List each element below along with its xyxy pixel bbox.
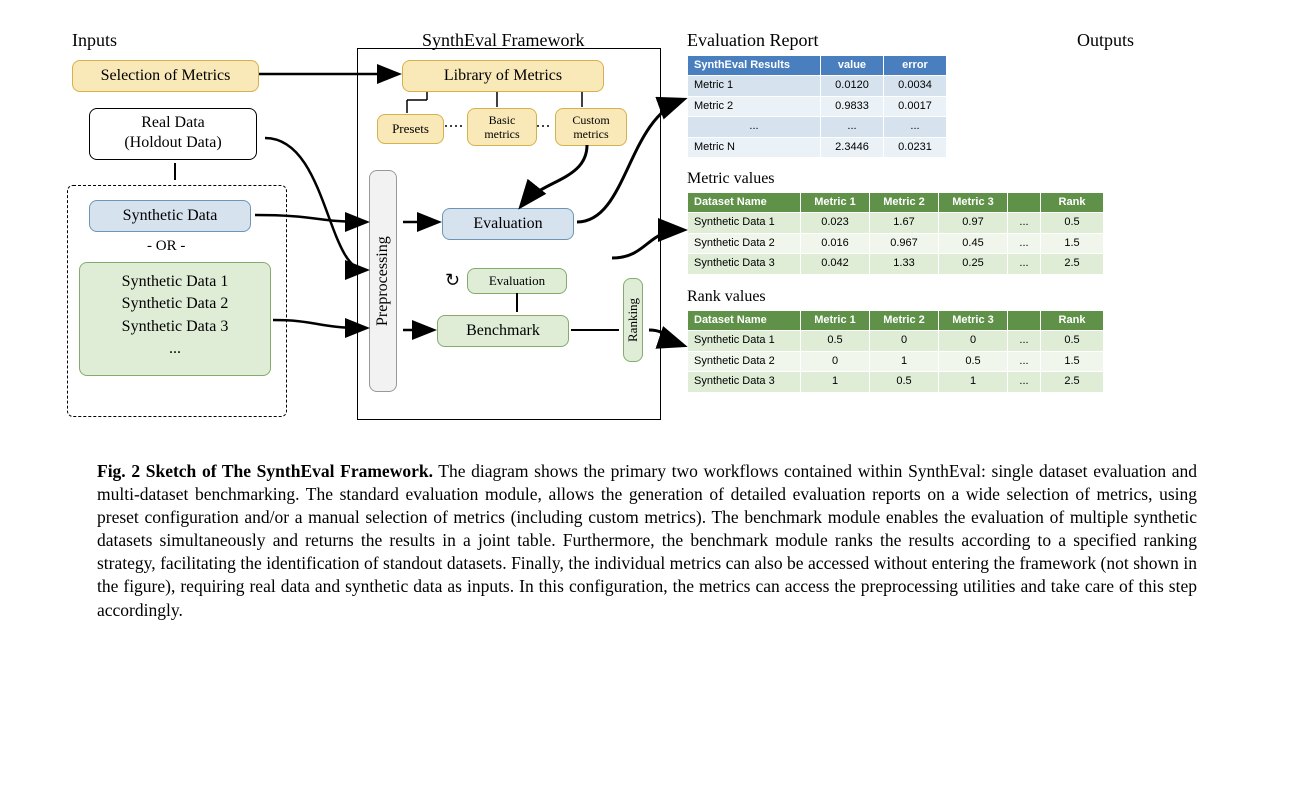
table-metric-values: Dataset Name Metric 1 Metric 2 Metric 3 …: [687, 192, 1104, 275]
box-synthetic-multi: Synthetic Data 1 Synthetic Data 2 Synthe…: [79, 262, 271, 376]
caption-body: The diagram shows the primary two workfl…: [97, 461, 1197, 620]
figure-caption: Fig. 2 Sketch of The SynthEval Framework…: [97, 460, 1197, 622]
box-benchmark: Benchmark: [437, 315, 569, 347]
report-h0: SynthEval Results: [688, 56, 821, 76]
refresh-icon: ↻: [445, 270, 460, 291]
box-evaluation: Evaluation: [442, 208, 574, 240]
synth-multi-line-3: Synthetic Data 3: [90, 316, 260, 338]
table-rank-values: Dataset Name Metric 1 Metric 2 Metric 3 …: [687, 310, 1104, 393]
label-or: - OR -: [147, 238, 185, 255]
diagram-stage: Inputs SynthEval Framework Evaluation Re…: [67, 30, 1227, 430]
report-h2: error: [884, 56, 947, 76]
heading-outputs: Outputs: [1077, 30, 1134, 51]
box-selection-metrics: Selection of Metrics: [72, 60, 259, 92]
box-presets: Presets: [377, 114, 444, 144]
synth-multi-dots: ...: [90, 338, 260, 360]
heading-report: Evaluation Report: [687, 30, 818, 51]
box-evaluation-small: Evaluation: [467, 268, 567, 294]
box-custom-metrics: Custom metrics: [555, 108, 627, 146]
box-real-data: Real Data (Holdout Data): [89, 108, 257, 160]
table-evaluation-report: SynthEval Results value error Metric 10.…: [687, 55, 947, 158]
synth-multi-line-2: Synthetic Data 2: [90, 293, 260, 315]
subhead-rank-values: Rank values: [687, 288, 766, 306]
box-basic-metrics: Basic metrics: [467, 108, 537, 146]
caption-title: Fig. 2 Sketch of The SynthEval Framework…: [97, 461, 433, 481]
heading-inputs: Inputs: [72, 30, 117, 51]
report-h1: value: [821, 56, 884, 76]
box-library-metrics: Library of Metrics: [402, 60, 604, 92]
box-ranking: Ranking: [623, 278, 643, 362]
box-synthetic-single: Synthetic Data: [89, 200, 251, 232]
synth-multi-line-1: Synthetic Data 1: [90, 271, 260, 293]
box-preprocessing: Preprocessing: [369, 170, 397, 392]
subhead-metric-values: Metric values: [687, 170, 775, 188]
